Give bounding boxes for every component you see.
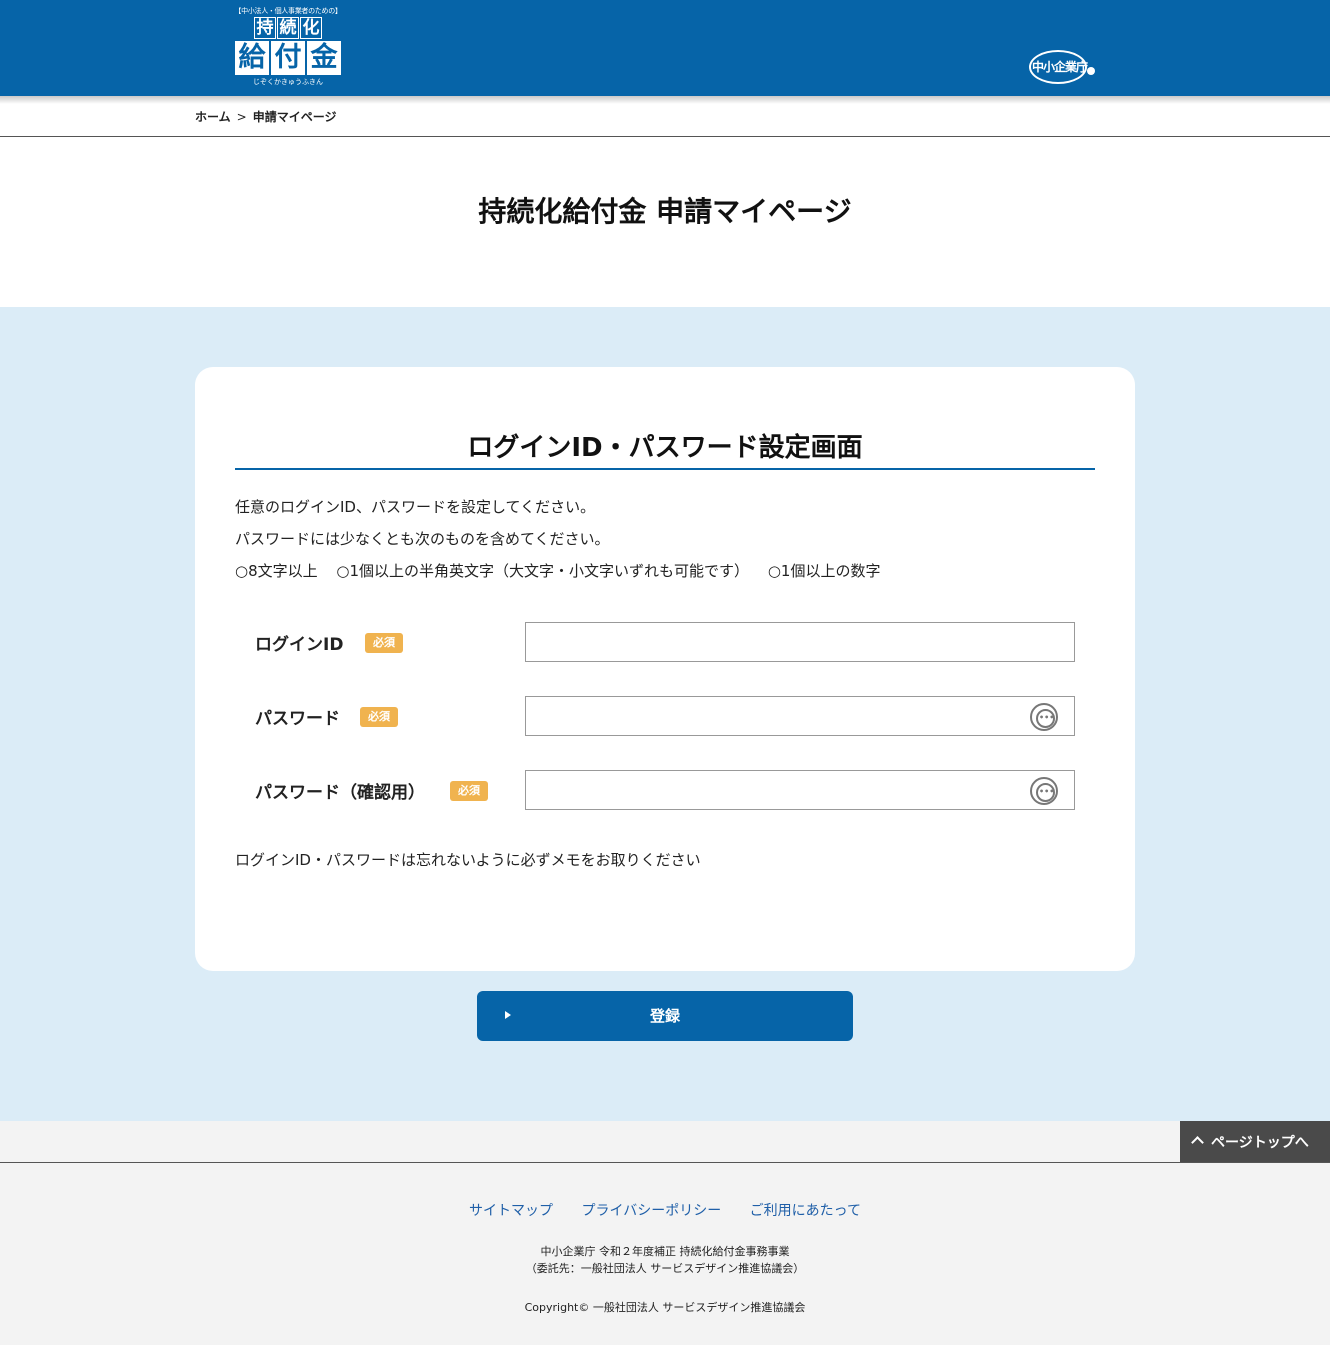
footer-contractor: （委託先：一般社団法人 サービスデザイン推進協議会）: [525, 1262, 805, 1275]
register-button-label: 登録: [649, 1007, 680, 1025]
logo-row-top: 持 続 化: [233, 17, 343, 39]
breadcrumb-divider: [0, 136, 1330, 137]
requirement-item: ○8文字以上: [235, 562, 318, 580]
password-visibility-icon[interactable]: •••: [1030, 777, 1058, 805]
page-title: 持続化給付金 申請マイページ: [478, 195, 852, 228]
login-id-input[interactable]: [525, 622, 1075, 662]
required-badge: 必須: [365, 633, 403, 653]
required-badge: 必須: [360, 707, 398, 727]
logo-char: 給: [235, 41, 269, 75]
password-row: パスワード 必須 •••: [255, 696, 1075, 736]
footer-link-sitemap[interactable]: サイトマップ: [469, 1203, 553, 1219]
logo-char: 化: [300, 17, 322, 39]
chevron-up-icon: [1191, 1136, 1204, 1149]
password-label: パスワード: [255, 709, 340, 729]
agency-logo[interactable]: 中小企業庁: [1029, 50, 1095, 86]
login-id-row: ログインID 必須: [255, 622, 1075, 662]
agency-logo-text: 中小企業庁: [1032, 60, 1088, 74]
breadcrumb-home[interactable]: ホーム: [195, 108, 231, 125]
form-card: ログインID・パスワード設定画面 任意のログインID、パスワードを設定してくださ…: [195, 367, 1135, 971]
footer-copyright: Copyright© 一般社団法人 サービスデザイン推進協議会: [524, 1301, 806, 1314]
password-confirm-row: パスワード（確認用） 必須 •••: [255, 770, 1075, 810]
page-top-button[interactable]: ページトップへ: [1180, 1121, 1330, 1162]
password-confirm-label: パスワード（確認用）: [255, 783, 425, 803]
form-title-underline: [235, 468, 1095, 470]
form-title: ログインID・パスワード設定画面: [467, 433, 863, 463]
logo-char: 金: [307, 41, 341, 75]
breadcrumb-current: 申請マイページ: [252, 110, 337, 124]
header-shadow: [0, 96, 1330, 104]
footer-program: 中小企業庁 令和２年度補正 持続化給付金事務事業: [540, 1245, 790, 1258]
logo-char: 持: [254, 17, 276, 39]
login-id-label: ログインID: [255, 635, 344, 655]
site-footer: サイトマップ プライバシーポリシー ご利用にあたって 中小企業庁 令和２年度補正…: [0, 1163, 1330, 1345]
logo-char: 続: [277, 17, 299, 39]
password-visibility-icon[interactable]: •••: [1030, 703, 1058, 731]
requirement-item: ○1個以上の半角英文字（大文字・小文字いずれも可能です）: [336, 562, 750, 580]
password-requirements: ○8文字以上 ○1個以上の半角英文字（大文字・小文字いずれも可能です） ○1個以…: [235, 560, 894, 581]
required-badge: 必須: [450, 781, 488, 801]
site-header: 【中小法人・個人事業者のための】 持 続 化 給 付 金 じぞくかきゅうふきん …: [0, 0, 1330, 96]
logo-char: 付: [271, 41, 305, 75]
requirement-item: ○1個以上の数字: [767, 562, 881, 580]
agency-logo-dot: [1087, 67, 1095, 75]
intro-text: 任意のログインID、パスワードを設定してください。: [235, 498, 596, 516]
breadcrumb-separator: >: [236, 110, 247, 124]
password-input[interactable]: •••: [525, 696, 1075, 736]
breadcrumb: ホーム > 申請マイページ: [195, 108, 336, 125]
footer-top-strip: [0, 1121, 1330, 1162]
intro-text: パスワードには少なくとも次のものを含めてください。: [235, 530, 610, 548]
memo-note: ログインID・パスワードは忘れないように必ずメモをお取りください: [235, 851, 701, 869]
register-button[interactable]: 登録: [477, 991, 853, 1041]
footer-link-terms[interactable]: ご利用にあたって: [750, 1203, 861, 1219]
logo-reading: じぞくかきゅうふきん: [253, 78, 323, 86]
password-confirm-input[interactable]: •••: [525, 770, 1075, 810]
logo-tagline: 【中小法人・個人事業者のための】: [234, 7, 342, 15]
footer-links: サイトマップ プライバシーポリシー ご利用にあたって: [0, 1200, 1330, 1220]
site-logo[interactable]: 【中小法人・個人事業者のための】 持 続 化 給 付 金 じぞくかきゅうふきん: [233, 6, 343, 90]
footer-link-privacy[interactable]: プライバシーポリシー: [581, 1203, 721, 1219]
page-top-label: ページトップへ: [1211, 1135, 1309, 1151]
logo-row-bottom: 給 付 金: [233, 41, 343, 75]
